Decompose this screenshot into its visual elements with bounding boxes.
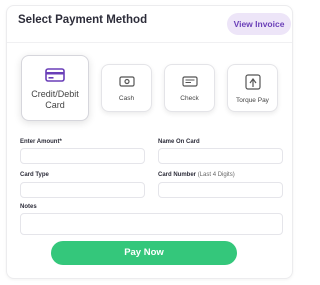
card-type-select[interactable]	[20, 182, 145, 198]
card-number-label: Card Number (Last 4 Digits)	[158, 172, 235, 178]
method-check[interactable]: Check	[164, 64, 215, 112]
cash-icon	[118, 76, 135, 87]
view-invoice-button[interactable]: View Invoice	[227, 13, 291, 35]
method-label: Cash	[118, 95, 135, 102]
method-torque-pay[interactable]: Torque Pay	[227, 64, 278, 112]
method-label: Credit/Debit Card	[31, 89, 79, 110]
card-number-label-text: Card Number	[158, 172, 197, 178]
card-type-label: Card Type	[20, 172, 49, 178]
method-label: Check	[180, 95, 199, 102]
method-credit-debit-card[interactable]: Credit/Debit Card	[21, 55, 89, 121]
torque-pay-icon	[244, 74, 261, 90]
amount-input[interactable]	[20, 148, 145, 164]
card-number-hint: (Last 4 Digits)	[197, 172, 235, 178]
page-title: Select Payment Method	[18, 14, 148, 26]
credit-card-icon	[45, 68, 65, 82]
method-cash[interactable]: Cash	[101, 64, 152, 112]
method-label: Torque Pay	[236, 97, 269, 104]
payment-card: Select Payment Method View Invoice Credi…	[6, 5, 293, 279]
name-on-card-label: Name On Card	[158, 139, 200, 145]
name-on-card-input[interactable]	[158, 148, 283, 164]
amount-label: Enter Amount*	[20, 139, 62, 145]
card-number-input[interactable]	[158, 182, 283, 198]
notes-label: Notes	[20, 204, 37, 210]
notes-textarea[interactable]	[20, 213, 283, 235]
pay-now-button[interactable]: Pay Now	[51, 241, 237, 265]
header-divider	[7, 42, 292, 43]
check-icon	[181, 76, 198, 87]
